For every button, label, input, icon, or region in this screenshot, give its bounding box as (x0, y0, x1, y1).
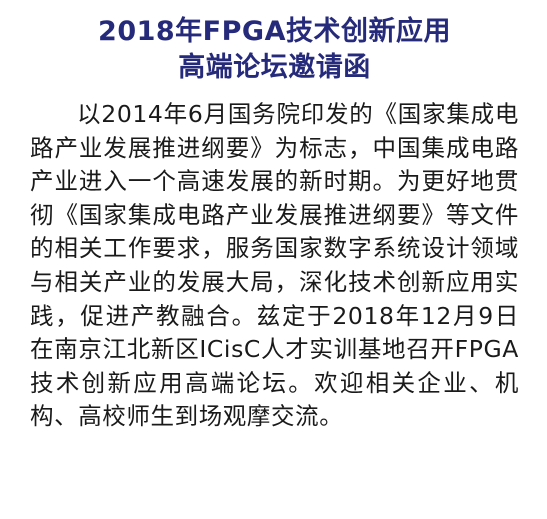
title-line-2: 高端论坛邀请函 (178, 52, 371, 83)
invitation-page: 2018年FPGA技术创新应用 高端论坛邀请函 以2014年6月国务院印发的《国… (0, 0, 547, 519)
invitation-paragraph: 以2014年6月国务院印发的《国家集成电路产业发展推进纲要》为标志，中国集成电路… (30, 100, 519, 431)
invitation-title: 2018年FPGA技术创新应用 高端论坛邀请函 (30, 14, 519, 86)
title-line-1: 2018年FPGA技术创新应用 (98, 16, 451, 47)
